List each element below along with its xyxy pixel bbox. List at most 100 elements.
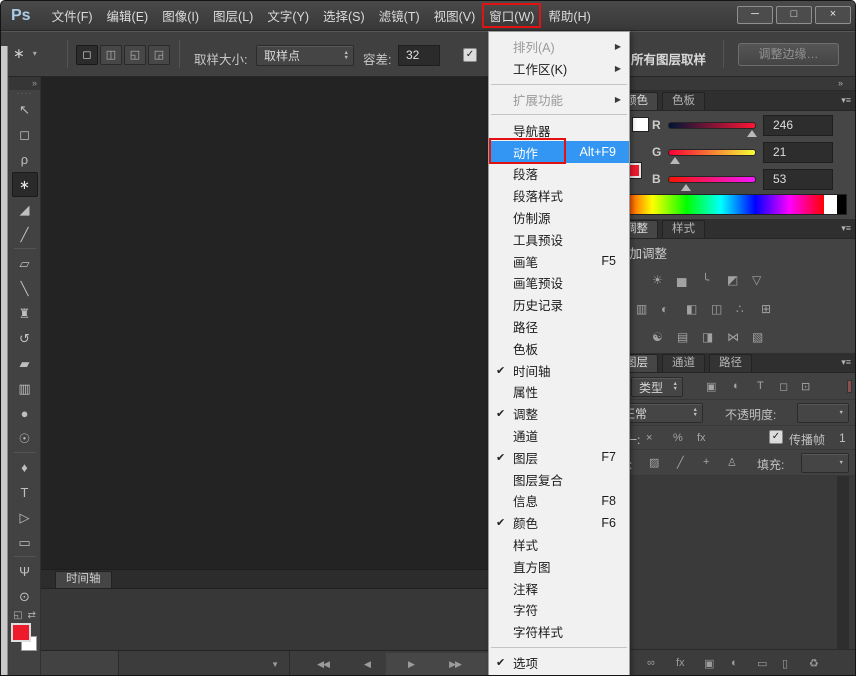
- channel-value-R[interactable]: 246: [763, 115, 833, 136]
- scrollbar[interactable]: [837, 476, 849, 649]
- menu-item-仿制源[interactable]: 仿制源: [489, 207, 629, 229]
- eyedropper-tool[interactable]: ╱: [12, 222, 38, 247]
- menubar-item-帮助(H)[interactable]: 帮助(H): [541, 3, 597, 28]
- close-button[interactable]: ×: [815, 6, 851, 24]
- default-colors-icon[interactable]: ◱: [13, 610, 22, 621]
- black-white-icon[interactable]: ◐: [661, 302, 686, 316]
- menu-item-注释[interactable]: 注释: [489, 577, 629, 599]
- photo-filter-icon[interactable]: ◧: [686, 302, 711, 316]
- fill-select[interactable]: ▼: [801, 453, 849, 473]
- menu-item-扩展功能[interactable]: 扩展功能▶: [489, 89, 629, 111]
- menu-item-选项[interactable]: ✔选项: [489, 652, 629, 674]
- exposure-icon[interactable]: ◩: [727, 273, 752, 287]
- unify-style-icon[interactable]: fx: [697, 432, 706, 444]
- add-layer-mask-icon[interactable]: ▣: [704, 657, 714, 670]
- filter-shape-layers-icon[interactable]: ◻: [779, 380, 788, 393]
- channel-value-B[interactable]: 53: [763, 169, 833, 190]
- lasso-tool[interactable]: ρ: [12, 147, 38, 172]
- new-layer-icon[interactable]: ▯: [782, 657, 788, 670]
- panel-menu-icon[interactable]: ▾≡: [841, 95, 851, 106]
- marquee-tool[interactable]: ◻: [12, 122, 38, 147]
- play-button[interactable]: ▶: [391, 651, 431, 676]
- slider-thumb-icon[interactable]: [670, 157, 680, 164]
- channel-slider-G[interactable]: [668, 149, 756, 156]
- add-to-selection-button[interactable]: ◫: [100, 45, 122, 65]
- brightness-contrast-icon[interactable]: ☀: [652, 273, 677, 287]
- lock-all-icon[interactable]: ♙: [727, 456, 737, 469]
- color-balance-icon[interactable]: ▥: [636, 302, 661, 316]
- sample-size-select[interactable]: 取样点 ▲▼: [256, 45, 354, 66]
- hand-tool[interactable]: Ψ: [12, 559, 38, 584]
- posterize-icon[interactable]: ▤: [677, 330, 702, 344]
- link-layers-icon[interactable]: ∞: [647, 657, 655, 669]
- tolerance-input[interactable]: 32: [398, 45, 440, 66]
- menu-item-路径[interactable]: 路径: [489, 316, 629, 338]
- tab-样式[interactable]: 样式: [662, 220, 705, 238]
- slider-thumb-icon[interactable]: [747, 130, 757, 137]
- slider-thumb-icon[interactable]: [681, 184, 691, 191]
- layer-style-icon[interactable]: fx: [676, 657, 685, 669]
- lock-position-icon[interactable]: +: [703, 456, 709, 468]
- maximize-button[interactable]: □: [776, 6, 812, 24]
- anti-alias-checkbox[interactable]: ✓: [463, 48, 477, 62]
- color-spectrum-ramp[interactable]: [617, 194, 847, 215]
- channel-mixer-icon[interactable]: ◫: [711, 302, 736, 316]
- tab-通道[interactable]: 通道: [662, 354, 705, 372]
- swap-colors-icon[interactable]: ⇄: [28, 610, 36, 621]
- panel-collapse-button[interactable]: »: [611, 77, 856, 91]
- new-selection-button[interactable]: ◻: [76, 45, 98, 65]
- healing-brush-tool[interactable]: ▱: [12, 251, 38, 276]
- previous-frame-button[interactable]: ◀: [347, 651, 387, 676]
- pen-tool[interactable]: ♦: [12, 455, 38, 480]
- selective-color-icon[interactable]: ⋈: [727, 330, 752, 344]
- levels-icon[interactable]: ▅: [677, 273, 702, 287]
- menu-item-历史记录[interactable]: 历史记录: [489, 294, 629, 316]
- menubar-item-图层(L)[interactable]: 图层(L): [206, 3, 260, 28]
- opacity-select[interactable]: ▼: [797, 403, 849, 423]
- menu-item-导航器[interactable]: 导航器: [489, 119, 629, 141]
- menu-item-图层[interactable]: ✔图层F7: [489, 446, 629, 468]
- clone-stamp-tool[interactable]: ♜: [12, 301, 38, 326]
- menu-item-样式[interactable]: 样式: [489, 534, 629, 556]
- new-group-icon[interactable]: ▭: [757, 657, 767, 670]
- menu-item-排列(A)[interactable]: 排列(A)▶: [489, 36, 629, 58]
- unify-position-icon[interactable]: ×: [646, 432, 652, 444]
- filter-smart-objects-icon[interactable]: ⊡: [801, 380, 810, 393]
- color-lookup-icon[interactable]: ∴: [736, 302, 761, 316]
- type-tool[interactable]: T: [12, 480, 38, 505]
- lock-transparent-pixels-icon[interactable]: ▨: [649, 456, 659, 469]
- menu-item-调整[interactable]: ✔调整: [489, 403, 629, 425]
- menu-item-信息[interactable]: 信息F8: [489, 490, 629, 512]
- minimize-button[interactable]: ─: [737, 6, 773, 24]
- menu-item-色板[interactable]: 色板: [489, 337, 629, 359]
- filter-adjustment-layers-icon[interactable]: ◐: [733, 380, 740, 392]
- path-selection-tool[interactable]: ▷: [12, 505, 38, 530]
- channel-slider-B[interactable]: [668, 176, 756, 183]
- menu-item-时间轴[interactable]: ✔时间轴: [489, 359, 629, 381]
- menu-item-工作区(K)[interactable]: 工作区(K)▶: [489, 58, 629, 80]
- menu-item-字符样式[interactable]: 字符样式: [489, 621, 629, 643]
- eraser-tool[interactable]: ▰: [12, 351, 38, 376]
- crop-tool[interactable]: ◢: [12, 197, 38, 222]
- layer-filter-select[interactable]: 类型 ▲▼: [631, 377, 683, 397]
- foreground-color-swatch[interactable]: [11, 623, 31, 642]
- move-tool[interactable]: ↖: [12, 97, 38, 122]
- menubar-item-文字(Y)[interactable]: 文字(Y): [260, 3, 316, 28]
- menu-item-段落样式[interactable]: 段落样式: [489, 185, 629, 207]
- menubar-item-窗口(W)[interactable]: 窗口(W): [482, 3, 541, 28]
- menubar-item-编辑(E)[interactable]: 编辑(E): [100, 3, 156, 28]
- curves-icon[interactable]: ╰: [702, 273, 727, 287]
- subtract-from-selection-button[interactable]: ◱: [124, 45, 146, 65]
- menu-item-画笔[interactable]: 画笔F5: [489, 250, 629, 272]
- new-adjustment-layer-icon[interactable]: ◐: [731, 657, 738, 669]
- delete-layer-icon[interactable]: ♻: [809, 657, 819, 670]
- menu-item-画笔预设[interactable]: 画笔预设: [489, 272, 629, 294]
- menubar-item-文件(F)[interactable]: 文件(F): [45, 3, 100, 28]
- panel-menu-icon[interactable]: ▾≡: [841, 223, 851, 234]
- next-frame-button[interactable]: ▶▶: [435, 651, 475, 676]
- magic-wand-tool[interactable]: ∗: [12, 172, 38, 197]
- tab-色板[interactable]: 色板: [662, 92, 705, 110]
- filter-pixel-layers-icon[interactable]: ▣: [706, 380, 716, 393]
- menu-item-工具预设[interactable]: 工具预设: [489, 228, 629, 250]
- timeline-options-select[interactable]: ▼: [120, 651, 290, 676]
